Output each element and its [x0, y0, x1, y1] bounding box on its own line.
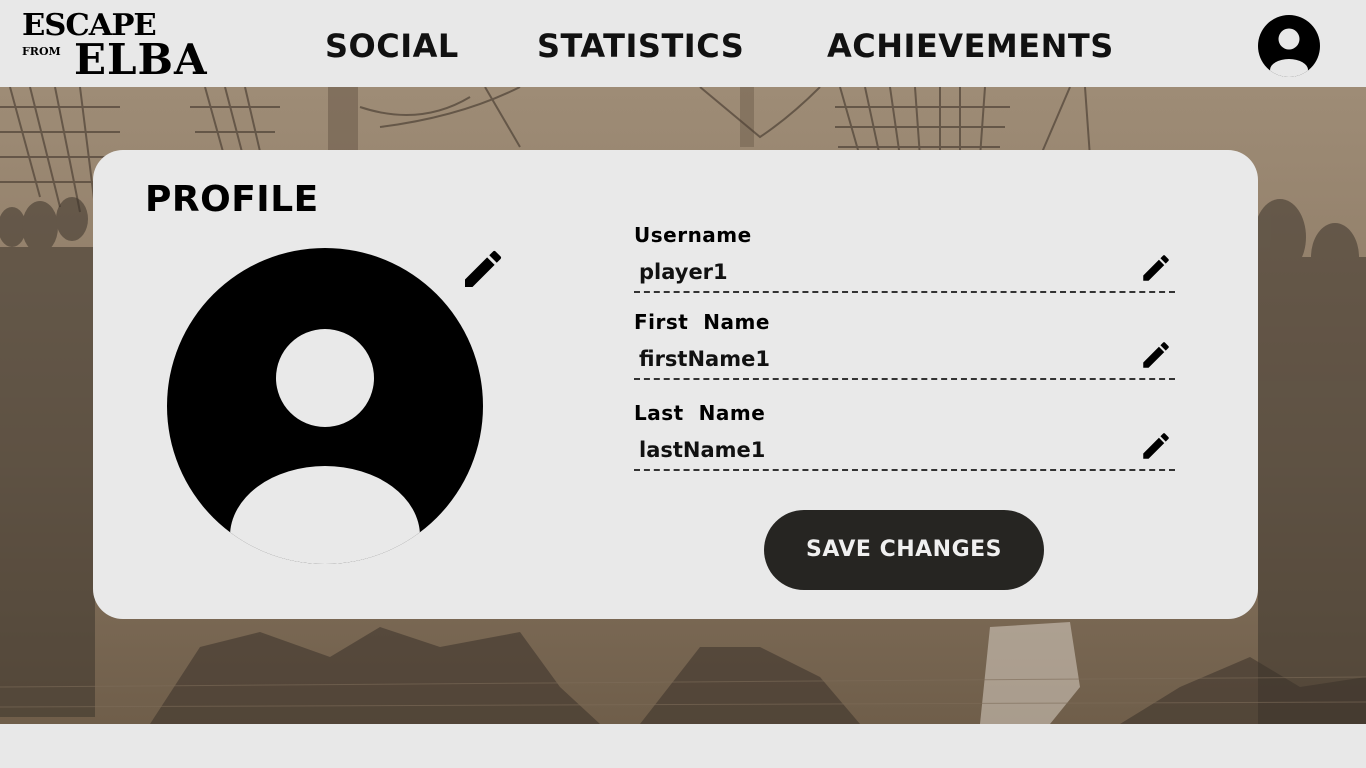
pencil-icon[interactable]	[1139, 338, 1173, 372]
username-label: Username	[634, 223, 752, 247]
nav-statistics-link[interactable]: STATISTICS	[537, 24, 744, 68]
last-name-value[interactable]: lastName1	[639, 437, 1119, 463]
profile-title: PROFILE	[145, 179, 319, 220]
bottom-strip	[0, 724, 1366, 768]
logo-word-from: FROM	[22, 45, 61, 58]
username-field: Username player1	[634, 223, 1175, 293]
pencil-icon[interactable]	[459, 245, 507, 293]
profile-card: PROFILE Username player1 First Name firs…	[93, 150, 1258, 619]
pencil-icon[interactable]	[1139, 251, 1173, 285]
save-changes-button[interactable]: SAVE CHANGES	[764, 510, 1044, 590]
top-navigation-bar: ESCAPE FROM ELBA SOCIAL STATISTICS ACHIE…	[0, 0, 1366, 87]
nav-social-link[interactable]: SOCIAL	[325, 24, 459, 68]
pencil-icon[interactable]	[1139, 429, 1173, 463]
last-name-input-row: lastName1	[634, 433, 1175, 471]
first-name-value[interactable]: firstName1	[639, 346, 1119, 372]
user-circle-icon[interactable]	[165, 246, 485, 566]
user-circle-icon	[1258, 15, 1320, 77]
first-name-label: First Name	[634, 310, 770, 334]
logo-line-elba: ELBA	[74, 35, 208, 84]
username-value[interactable]: player1	[639, 259, 1119, 285]
first-name-field: First Name firstName1	[634, 310, 1175, 380]
nav-achievements-link[interactable]: ACHIEVEMENTS	[827, 24, 1114, 68]
escape-from-elba-logo[interactable]: ESCAPE FROM ELBA	[20, 8, 250, 84]
username-input-row: player1	[634, 255, 1175, 293]
account-button[interactable]	[1258, 15, 1320, 77]
first-name-input-row: firstName1	[634, 342, 1175, 380]
last-name-field: Last Name lastName1	[634, 401, 1175, 471]
last-name-label: Last Name	[634, 401, 766, 425]
